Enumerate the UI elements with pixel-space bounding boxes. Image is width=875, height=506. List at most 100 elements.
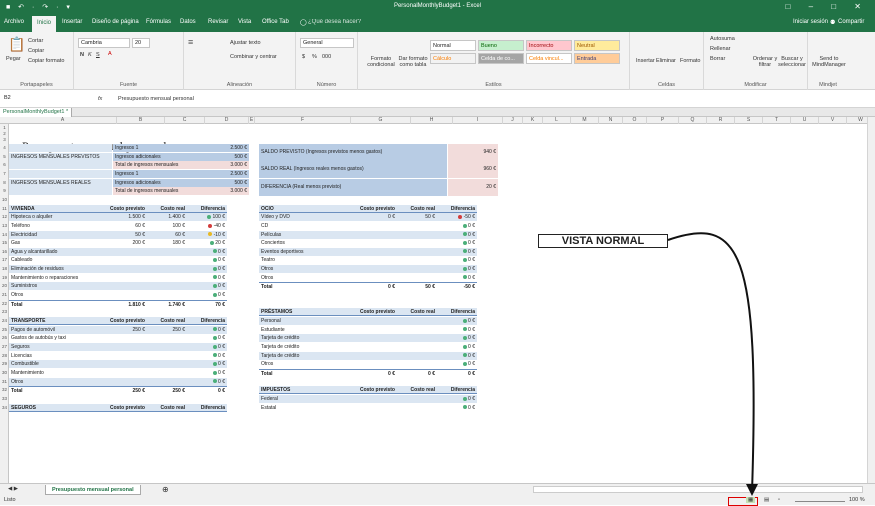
column-header[interactable]: V: [819, 117, 847, 124]
column-header[interactable]: O: [623, 117, 647, 124]
transporte-item[interactable]: Gastos de autobús y taxi: [9, 334, 93, 342]
column-header[interactable]: F: [255, 117, 351, 124]
transporte-diff[interactable]: 0 €: [187, 360, 227, 369]
impuestos-item[interactable]: Federal: [259, 394, 343, 403]
page-break-icon[interactable]: ▫: [778, 497, 780, 503]
vivienda-real[interactable]: [147, 265, 187, 274]
transporte-prev[interactable]: [93, 342, 147, 351]
seguros-header-diff[interactable]: Diferencia: [187, 403, 227, 412]
column-header[interactable]: I: [453, 117, 503, 124]
transporte-total[interactable]: Total: [9, 386, 93, 394]
formula-input[interactable]: Presupuesto mensual personal: [118, 96, 194, 102]
ocio-header-real[interactable]: Costo real: [397, 204, 437, 213]
impuestos-item[interactable]: Estatal: [259, 404, 343, 412]
row-header[interactable]: 18: [0, 265, 9, 273]
row-header[interactable]: 13: [0, 222, 9, 230]
tab-inicio[interactable]: Inicio: [32, 16, 57, 32]
transporte-real[interactable]: [147, 369, 187, 377]
vivienda-real[interactable]: [147, 282, 187, 291]
prestamos-header-diff[interactable]: Diferencia: [437, 308, 477, 317]
prestamos-diff[interactable]: 0 €: [437, 326, 477, 334]
ocio-item[interactable]: Otros: [259, 265, 343, 274]
ocio-diff[interactable]: 0 €: [437, 256, 477, 264]
transporte-total[interactable]: 0 €: [187, 386, 227, 394]
vivienda-diff[interactable]: 100 €: [187, 213, 227, 222]
vivienda-real[interactable]: [147, 291, 187, 299]
transporte-real[interactable]: [147, 377, 187, 386]
tab-archivo[interactable]: Archivo: [4, 19, 24, 25]
vivienda-diff[interactable]: 0 €: [187, 247, 227, 256]
row-header[interactable]: 28: [0, 352, 9, 360]
format-cells-button[interactable]: Formato: [680, 58, 700, 64]
prestamos-header-real[interactable]: Costo real: [397, 308, 437, 317]
ocio-diff[interactable]: 0 €: [437, 222, 477, 230]
row-header[interactable]: 17: [0, 256, 9, 264]
transporte-total[interactable]: 250 €: [93, 386, 147, 394]
ocio-real[interactable]: [397, 222, 437, 230]
ocio-diff[interactable]: 0 €: [437, 230, 477, 239]
transporte-title[interactable]: TRANSPORTE: [9, 317, 93, 325]
income-real-label-bg[interactable]: [9, 187, 112, 196]
income-real-value[interactable]: 2.500 €: [201, 169, 249, 178]
ocio-prev[interactable]: [343, 230, 397, 239]
row-header[interactable]: 33: [0, 395, 9, 403]
thousands-button[interactable]: 000: [322, 54, 331, 60]
ocio-real[interactable]: [397, 230, 437, 239]
style-neutral[interactable]: Neutral: [574, 40, 620, 51]
prestamos-prev[interactable]: [343, 351, 397, 360]
vivienda-prev[interactable]: 200 €: [93, 239, 147, 247]
column-header[interactable]: N: [599, 117, 623, 124]
prestamos-prev[interactable]: [343, 326, 397, 334]
income-prev-value[interactable]: 2.500 €: [201, 144, 249, 152]
vivienda-diff[interactable]: -40 €: [187, 222, 227, 230]
row-header[interactable]: 9: [0, 187, 9, 195]
row-header[interactable]: 23: [0, 308, 9, 316]
seguros-header-real[interactable]: Costo real: [147, 403, 187, 412]
ocio-prev[interactable]: [343, 265, 397, 274]
column-header[interactable]: G: [351, 117, 411, 124]
impuestos-real[interactable]: [397, 404, 437, 412]
ocio-diff[interactable]: 0 €: [437, 274, 477, 282]
ocio-header-diff[interactable]: Diferencia: [437, 204, 477, 213]
vivienda-real[interactable]: 180 €: [147, 239, 187, 247]
column-header[interactable]: A: [9, 117, 117, 124]
transporte-diff[interactable]: 0 €: [187, 369, 227, 377]
impuestos-real[interactable]: [397, 394, 437, 403]
column-header[interactable]: Q: [679, 117, 707, 124]
impuestos-diff[interactable]: 0 €: [437, 404, 477, 412]
zoom-level[interactable]: 100 %: [849, 497, 865, 503]
prestamos-item[interactable]: Tarjeta de crédito: [259, 351, 343, 360]
income-real-item[interactable]: Ingresos adicionales: [113, 178, 201, 187]
income-real-value[interactable]: 500 €: [201, 178, 249, 187]
row-header[interactable]: 22: [0, 300, 9, 308]
paste-icon[interactable]: 📋: [8, 36, 25, 53]
font-size-select[interactable]: 20: [132, 38, 150, 48]
ocio-item[interactable]: Eventos deportivos: [259, 247, 343, 256]
italic-button[interactable]: K: [88, 52, 92, 58]
ocio-prev[interactable]: [343, 239, 397, 247]
transporte-diff[interactable]: 0 €: [187, 352, 227, 360]
transporte-total[interactable]: 250 €: [147, 386, 187, 394]
transporte-item[interactable]: Mantenimiento: [9, 369, 93, 377]
vivienda-prev[interactable]: 60 €: [93, 222, 147, 230]
column-header[interactable]: J: [503, 117, 523, 124]
prestamos-item[interactable]: Otros: [259, 360, 343, 368]
style-celda-vinc[interactable]: Celda vincul...: [526, 53, 572, 64]
row-header[interactable]: 24: [0, 317, 9, 325]
prestamos-diff[interactable]: 0 €: [437, 360, 477, 368]
vivienda-diff[interactable]: 0 €: [187, 265, 227, 274]
prestamos-total[interactable]: Total: [259, 368, 343, 377]
column-header[interactable]: R: [707, 117, 735, 124]
ocio-real[interactable]: [397, 256, 437, 264]
underline-button[interactable]: S: [96, 52, 100, 58]
vivienda-item[interactable]: Electricidad: [9, 230, 93, 239]
sheet-tab[interactable]: Presupuesto mensual personal: [45, 485, 141, 495]
vivienda-item[interactable]: Suministros: [9, 282, 93, 291]
merge-center-button[interactable]: Combinar y centrar: [230, 54, 277, 60]
row-header[interactable]: 11: [0, 205, 9, 213]
column-header[interactable]: M: [571, 117, 599, 124]
paste-button[interactable]: Pegar: [6, 56, 21, 62]
normal-view-icon[interactable]: ▦: [746, 497, 756, 503]
column-header[interactable]: L: [543, 117, 571, 124]
vivienda-diff[interactable]: 20 €: [187, 239, 227, 247]
